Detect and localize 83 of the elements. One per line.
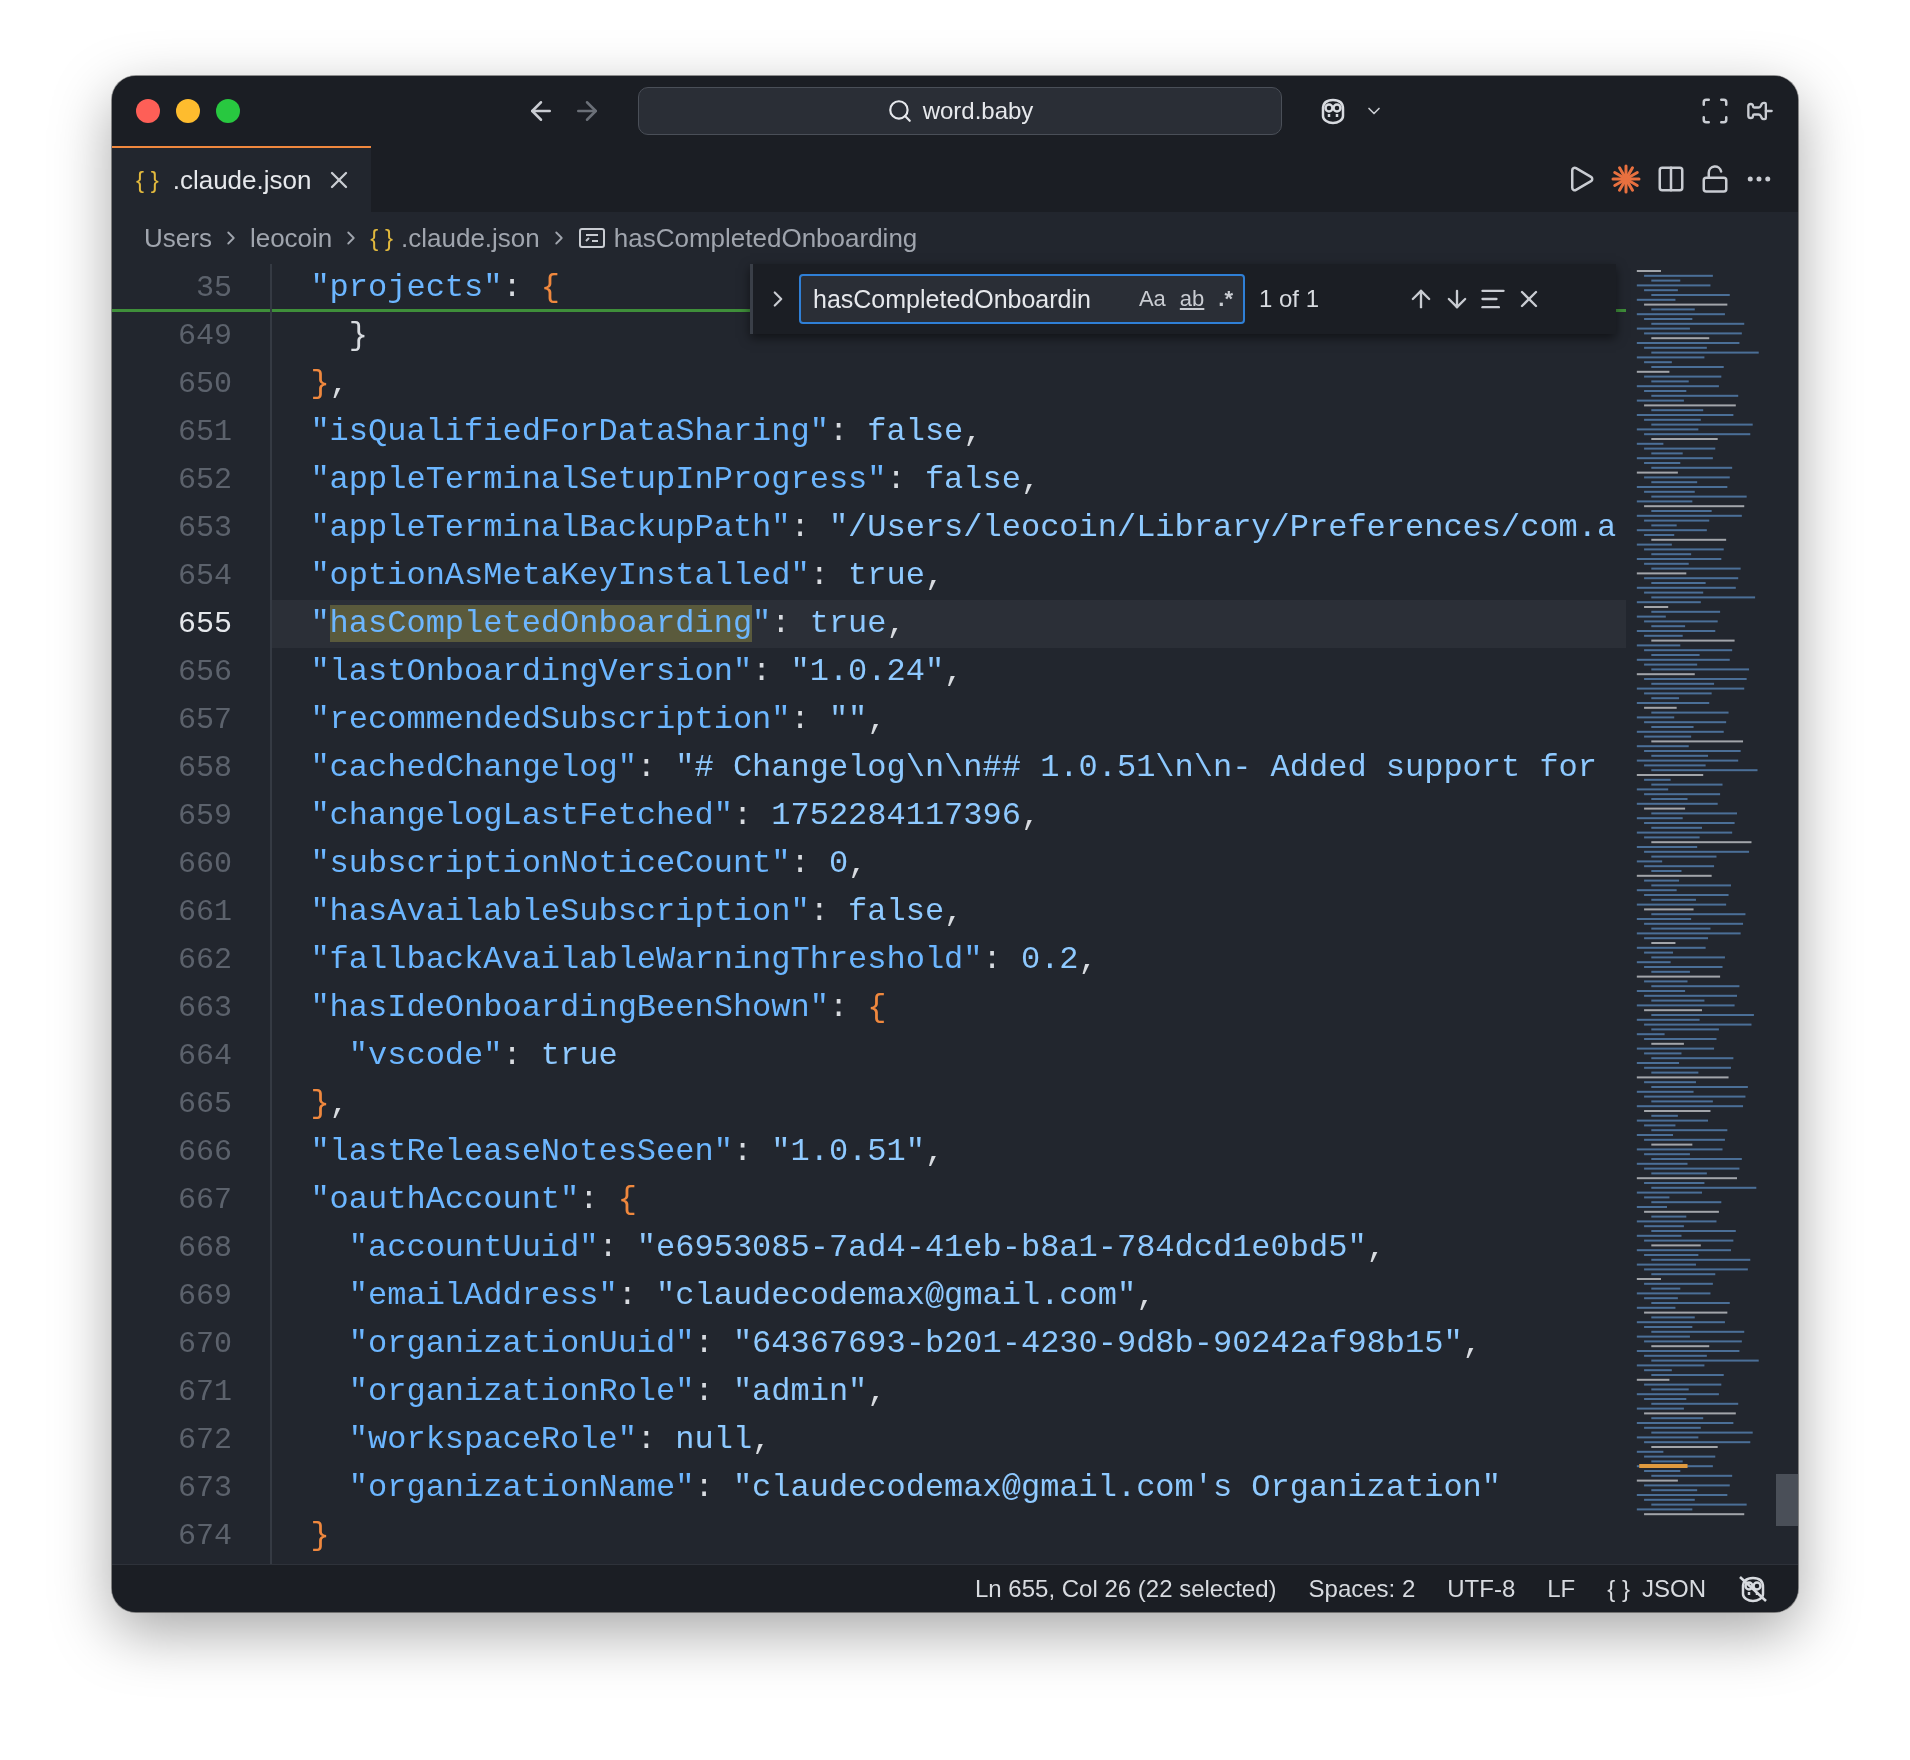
line-ending-setting[interactable]: LF: [1547, 1574, 1576, 1603]
line-number: 650: [177, 366, 233, 403]
line-number: 671: [177, 1374, 233, 1411]
scrollbar-thumb[interactable]: [1776, 1474, 1798, 1526]
code-line: "organizationUuid": "64367693-b201-4230-9d8b-90242af98b15",: [347, 1324, 1483, 1364]
line-number: 653: [177, 510, 233, 547]
code-line: "vscode": true: [347, 1036, 619, 1076]
line-number: 665: [177, 1086, 233, 1123]
code-line: "organizationName": "claudecodemax@gmail.com's Organization": [347, 1468, 1502, 1508]
code-line: "accountUuid": "e6953085-7ad4-41eb-b8a1-784dcd1e0bd5",: [347, 1228, 1387, 1268]
code-line: "cachedChangelog": "# Changelog\n\n## 1.0.51\n\n- Added support for: [309, 748, 1598, 788]
symbol-icon: [577, 227, 606, 249]
find-option-toggle[interactable]: Aa: [1136, 286, 1168, 312]
line-number: 659: [177, 798, 233, 835]
json-file-icon: { }: [370, 224, 393, 252]
line-number: 662: [177, 942, 233, 979]
tab-label: .claude.json: [172, 164, 312, 196]
line-number: 670: [177, 1326, 233, 1363]
minimize-window-button[interactable]: [176, 99, 200, 123]
find-input-field[interactable]: hasCompletedOnboardin Aa ab .*: [799, 274, 1245, 324]
code-line: "lastOnboardingVersion": "1.0.24",: [309, 652, 965, 692]
json-file-icon: { }: [136, 166, 159, 194]
code-line: "fallbackAvailableWarningThreshold": 0.2,: [309, 940, 1099, 980]
line-number: 667: [177, 1182, 233, 1219]
line-number: 658: [177, 750, 233, 787]
breadcrumb-item[interactable]: hasCompletedOnboarding: [613, 222, 918, 254]
code-line: "changelogLastFetched": 1752284117396,: [309, 796, 1042, 836]
line-number: 652: [177, 462, 233, 499]
code-line: "emailAddress": "claudecodemax@gmail.com",: [347, 1276, 1157, 1316]
code-line: },: [309, 1084, 350, 1124]
code-line: "isQualifiedForDataSharing": false,: [309, 412, 984, 452]
code-line: "hasAvailableSubscription": false,: [309, 892, 965, 932]
split-editor-icon[interactable]: [1656, 164, 1686, 194]
breadcrumb-item[interactable]: leocoin: [249, 222, 333, 254]
asterisk-icon[interactable]: [1610, 163, 1642, 195]
line-number: 657: [177, 702, 233, 739]
match-count: 1 of 1: [1259, 285, 1321, 313]
code-line: "optionAsMetaKeyInstalled": true,: [309, 556, 946, 596]
line-number: 661: [177, 894, 233, 931]
line-number: 668: [177, 1230, 233, 1267]
line-number: 666: [177, 1134, 233, 1171]
line-number: 669: [177, 1278, 233, 1315]
unlocked-padlock-icon[interactable]: [1700, 164, 1730, 194]
json-language-icon: { }: [1607, 1574, 1630, 1603]
indentation-setting[interactable]: Spaces: 2: [1308, 1574, 1416, 1603]
code-line: "lastReleaseNotesSeen": "1.0.51",: [309, 1132, 946, 1172]
zoom-window-button[interactable]: [216, 99, 240, 123]
find-option-toggle[interactable]: ab: [1177, 286, 1207, 312]
cursor-position[interactable]: Ln 655, Col 26 (22 selected): [975, 1574, 1277, 1603]
line-number: 35: [112, 264, 270, 312]
code-line: "organizationRole": "admin",: [347, 1372, 888, 1412]
line-number: 651: [177, 414, 233, 451]
line-number: 656: [177, 654, 233, 691]
code-line: "appleTerminalSetupInProgress": false,: [309, 460, 1042, 500]
code-line: "oauthAccount": {: [309, 1180, 638, 1220]
close-window-button[interactable]: [136, 99, 160, 123]
line-number: 672: [177, 1422, 233, 1459]
line-number: 649: [177, 318, 233, 355]
code-line: }: [347, 316, 369, 356]
language-mode[interactable]: JSON: [1642, 1574, 1706, 1603]
code-line: "workspaceRole": null,: [347, 1420, 773, 1460]
code-line: "hasIdeOnboardingBeenShown": {: [309, 988, 888, 1028]
line-number: 674: [177, 1518, 233, 1555]
command-search-field[interactable]: word.baby: [638, 87, 1282, 135]
line-number: 663: [177, 990, 233, 1027]
line-number: 660: [177, 846, 233, 883]
find-option-toggle[interactable]: .*: [1216, 286, 1235, 312]
line-number: 654: [177, 558, 233, 595]
code-line: "subscriptionNoticeCount": 0,: [309, 844, 869, 884]
editor-tab[interactable]: { } .claude.json: [112, 146, 372, 212]
breadcrumb-item[interactable]: Users: [144, 222, 212, 254]
search-icon: [886, 98, 913, 124]
copilot-off-icon[interactable]: [1738, 1574, 1768, 1603]
encoding-setting[interactable]: UTF-8: [1447, 1574, 1516, 1603]
code-line: "appleTerminalBackupPath": "/Users/leocoin/Library/Preferences/com.a: [309, 508, 1618, 548]
frame-icon[interactable]: [1700, 96, 1730, 126]
code-line: "recommendedSubscription": "",: [309, 700, 888, 740]
breadcrumb-item[interactable]: .claude.json: [401, 222, 540, 254]
line-number: 655: [177, 606, 233, 643]
line-number: 673: [177, 1470, 233, 1507]
code-line: },: [309, 364, 350, 404]
code-line: }: [309, 1516, 331, 1556]
line-number: 664: [177, 1038, 233, 1075]
